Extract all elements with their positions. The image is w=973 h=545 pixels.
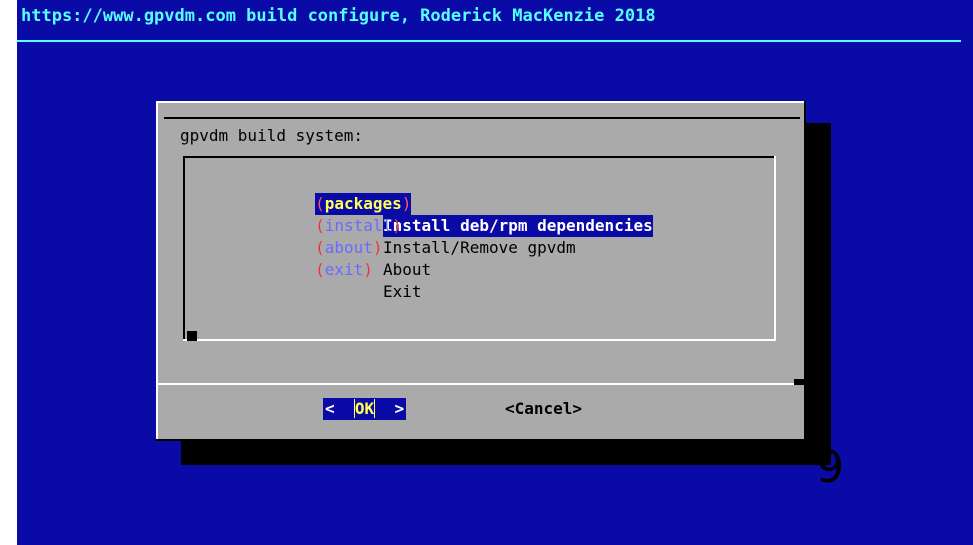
ok-button-right-bracket: > — [375, 399, 405, 418]
menu-row-install[interactable]: (install) Install/Remove gpvdm — [238, 193, 576, 257]
menu-box-border-top — [183, 156, 776, 158]
menu-box-border-left — [183, 156, 185, 341]
cancel-button[interactable]: <Cancel> — [505, 398, 582, 420]
menu-item-about[interactable]: About — [383, 259, 431, 281]
dialog-border-right — [804, 101, 806, 441]
menu-item-exit[interactable]: Exit — [383, 281, 422, 303]
menu-item-install[interactable]: Install/Remove gpvdm — [383, 237, 576, 259]
backtitle-divider — [17, 40, 961, 42]
dialog-prompt: gpvdm build system: — [180, 126, 364, 145]
menu-list-box: (packages) Install deb/rpm dependencies … — [183, 156, 776, 341]
ok-button-label: OK — [353, 399, 376, 418]
menu-box-border-right — [774, 156, 776, 341]
ok-button[interactable]: < OK > — [323, 398, 407, 420]
overlay-digit: 9 — [816, 442, 844, 493]
menu-dialog: gpvdm build system: (packages) Install d… — [156, 101, 806, 441]
menu-row-packages[interactable]: (packages) Install deb/rpm dependencies — [238, 171, 653, 237]
menu-item-packages[interactable]: Install deb/rpm dependencies — [383, 215, 653, 237]
dialog-border-bottom — [156, 439, 806, 441]
menu-box-border-bottom — [183, 339, 776, 341]
menu-row-exit[interactable]: (exit) Exit — [238, 237, 421, 301]
backtitle: https://www.gpvdm.com build configure, R… — [21, 6, 656, 26]
dialog-inner-top — [164, 117, 800, 119]
menu-box-corner — [187, 331, 197, 341]
button-area-divider-end — [794, 379, 806, 385]
dialog-border-top — [156, 101, 806, 103]
menu-row-about[interactable]: (about) About — [238, 215, 431, 279]
dialog-border-left — [156, 101, 158, 441]
button-area-divider — [156, 383, 806, 385]
ok-button-left-bracket: < — [325, 399, 354, 418]
menu-tag-exit[interactable]: (exit) — [315, 259, 373, 281]
